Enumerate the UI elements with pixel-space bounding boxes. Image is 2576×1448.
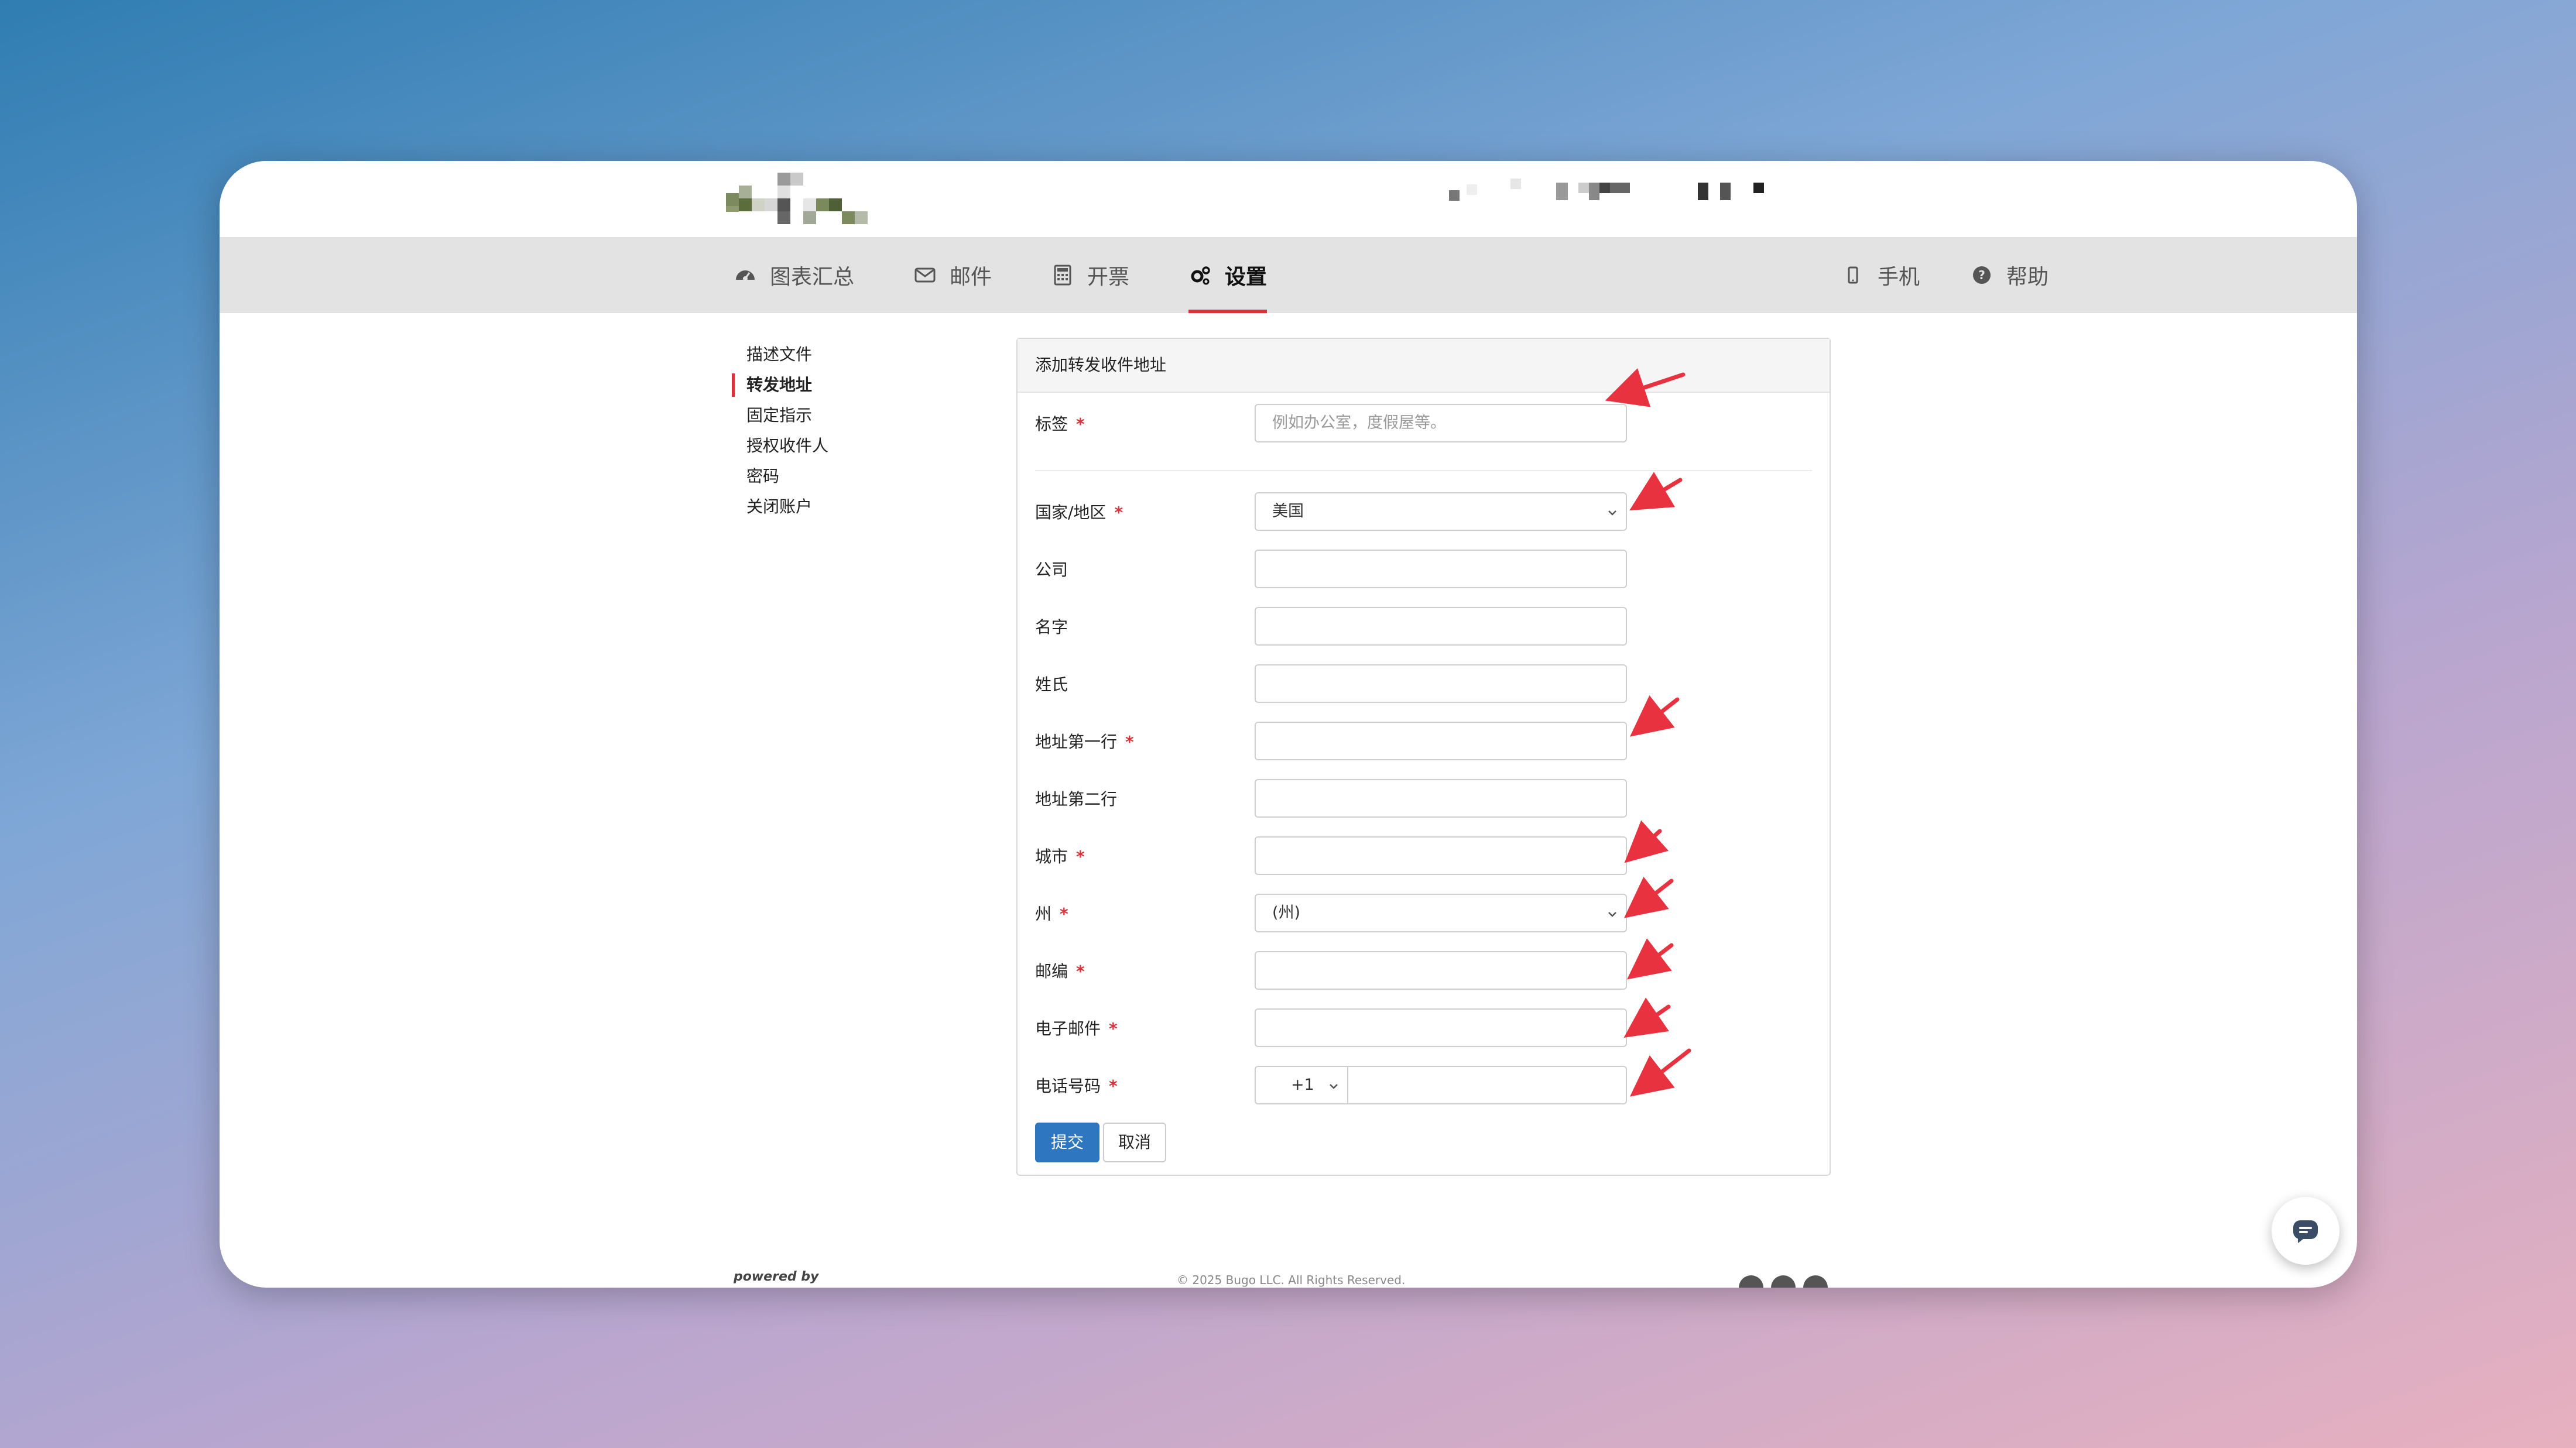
nav-invoice-label: 开票 [1087, 265, 1130, 289]
chevron-down-icon [1330, 1084, 1338, 1089]
first-name-label: 名字 [1035, 617, 1068, 637]
top-header [220, 161, 2357, 237]
nav-mail-label: 邮件 [950, 265, 992, 289]
label-field-label: 标签 * [1035, 414, 1085, 434]
required-mark: * [1060, 904, 1068, 924]
chat-bubble-icon [2293, 1220, 2318, 1243]
country-row: 国家/地区 * 美国 [1018, 492, 1830, 533]
state-label: 州 * [1035, 904, 1068, 924]
required-mark: * [1114, 503, 1123, 522]
nav-mobile-label: 手机 [1878, 265, 1920, 289]
nav-help-label: 帮助 [2006, 265, 2049, 289]
city-label: 城市 * [1035, 847, 1085, 866]
zip-row: 邮编 * [1018, 951, 1830, 992]
last-name-input[interactable] [1255, 664, 1627, 703]
country-label: 国家/地区 * [1035, 503, 1123, 522]
account-info[interactable] [1449, 176, 1917, 211]
zip-label: 邮编 * [1035, 962, 1085, 981]
divider [1035, 470, 1812, 471]
city-row: 城市 * [1018, 836, 1830, 877]
address2-label: 地址第二行 [1035, 790, 1118, 809]
sidebar-item-standing-instructions[interactable]: 固定指示 [732, 400, 966, 431]
chevron-down-icon [1608, 510, 1616, 516]
nav-help[interactable]: ? 帮助 [1970, 237, 2049, 313]
address1-input[interactable] [1255, 722, 1627, 760]
nav-mail[interactable]: 邮件 [913, 237, 992, 313]
twitter-icon[interactable] [1803, 1275, 1828, 1288]
required-mark: * [1076, 414, 1085, 434]
email-input[interactable] [1255, 1008, 1627, 1047]
copyright-text: © 2025 Bugo LLC. All Rights Reserved. [1177, 1273, 1406, 1287]
nav-settings[interactable]: 设置 [1188, 237, 1268, 313]
gears-icon [1191, 266, 1210, 285]
state-row: 州 * (州) [1018, 894, 1830, 935]
address2-row: 地址第二行 [1018, 779, 1830, 820]
main-navbar: 图表汇总 邮件 开票 设置 手机 ? 帮助 [220, 237, 2357, 313]
country-value: 美国 [1272, 502, 1304, 520]
submit-button[interactable]: 提交 [1035, 1123, 1099, 1162]
chat-button[interactable] [2272, 1197, 2339, 1265]
dashboard-icon [736, 270, 755, 281]
mobile-icon [1848, 266, 1858, 284]
instagram-icon[interactable] [1771, 1275, 1796, 1288]
required-mark: * [1109, 1076, 1118, 1096]
required-mark: * [1109, 1019, 1118, 1038]
first-name-input[interactable] [1255, 607, 1627, 646]
country-select[interactable]: 美国 [1255, 492, 1627, 531]
settings-sidebar: 描述文件 转发地址 固定指示 授权收件人 密码 关闭账户 [732, 339, 966, 522]
calculator-icon [1054, 265, 1071, 286]
powered-by-label: powered by [734, 1269, 819, 1284]
last-name-row: 姓氏 [1018, 664, 1830, 705]
address2-input[interactable] [1255, 779, 1627, 818]
first-name-row: 名字 [1018, 607, 1830, 648]
email-label: 电子邮件 * [1035, 1019, 1118, 1038]
add-forwarding-address-panel: 添加转发收件地址 标签 * 例如办公室，度假屋等。 国家/地区 * 美国 公司 名字… [1016, 338, 1831, 1176]
phone-label: 电话号码 * [1035, 1076, 1118, 1096]
required-mark: * [1076, 962, 1085, 981]
address1-label: 地址第一行 * [1035, 732, 1134, 752]
sidebar-item-forwarding-address[interactable]: 转发地址 [732, 370, 966, 400]
sidebar-item-profile[interactable]: 描述文件 [732, 339, 966, 370]
company-label: 公司 [1035, 560, 1068, 579]
state-select[interactable]: (州) [1255, 894, 1627, 932]
chevron-down-icon [1608, 912, 1616, 917]
nav-dashboard[interactable]: 图表汇总 [734, 237, 854, 313]
required-mark: * [1076, 847, 1085, 866]
zip-input[interactable] [1255, 951, 1627, 990]
logo[interactable] [726, 173, 890, 228]
question-circle-icon: ? [1973, 266, 1991, 284]
nav-settings-label: 设置 [1225, 265, 1268, 289]
phone-input[interactable] [1347, 1066, 1627, 1104]
mail-icon [914, 267, 936, 283]
email-row: 电子邮件 * [1018, 1008, 1830, 1049]
sidebar-item-close-account[interactable]: 关闭账户 [732, 492, 966, 522]
country-code-value: +1 [1291, 1076, 1314, 1094]
panel-title: 添加转发收件地址 [1018, 339, 1830, 393]
cancel-button[interactable]: 取消 [1103, 1123, 1166, 1162]
nav-invoice[interactable]: 开票 [1051, 237, 1129, 313]
city-input[interactable] [1255, 836, 1627, 875]
company-input[interactable] [1255, 550, 1627, 588]
sidebar-item-authorized-recipients[interactable]: 授权收件人 [732, 431, 966, 461]
address1-row: 地址第一行 * [1018, 722, 1830, 763]
state-value: (州) [1272, 904, 1301, 922]
required-mark: * [1125, 732, 1134, 752]
label-row: 标签 * 例如办公室，度假屋等。 [1018, 404, 1830, 445]
nav-mobile[interactable]: 手机 [1841, 237, 1920, 313]
country-code-select[interactable]: +1 [1255, 1066, 1348, 1104]
label-input[interactable]: 例如办公室，度假屋等。 [1255, 404, 1627, 442]
phone-row: 电话号码 * +1 [1018, 1066, 1830, 1107]
facebook-icon[interactable] [1739, 1275, 1763, 1288]
last-name-label: 姓氏 [1035, 675, 1068, 694]
svg-text:?: ? [1978, 268, 1985, 282]
sidebar-item-password[interactable]: 密码 [732, 461, 966, 492]
nav-dashboard-label: 图表汇总 [770, 265, 855, 289]
app-window: 图表汇总 邮件 开票 设置 手机 ? 帮助 描述文件 转发地址 固定指示 授权收… [220, 161, 2357, 1288]
company-row: 公司 [1018, 550, 1830, 591]
